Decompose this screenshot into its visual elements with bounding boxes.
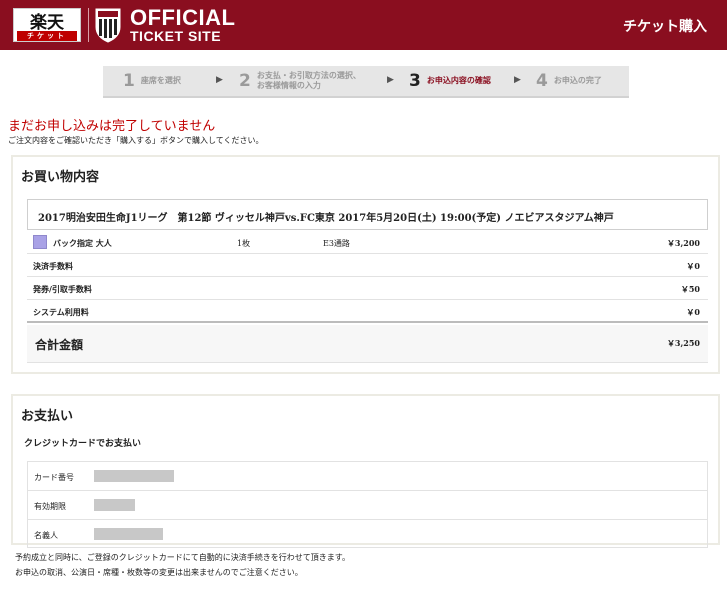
card-number-masked xyxy=(94,470,174,482)
step-3: 3 お申込内容の確認 xyxy=(409,66,491,96)
fee-amount: ￥0 xyxy=(686,307,700,317)
step-arrow-icon: ▶ xyxy=(216,75,223,85)
seat-color-swatch xyxy=(33,235,47,249)
expiry-label: 有効期限 xyxy=(34,502,66,511)
step-arrow-icon: ▶ xyxy=(387,75,394,85)
ticket-gate: E3通路 xyxy=(323,239,350,248)
card-number-label: カード番号 xyxy=(34,473,74,482)
official-title: OFFICIAL xyxy=(130,5,236,30)
total-amount: ￥3,250 xyxy=(666,338,700,348)
cardholder-label: 名義人 xyxy=(34,531,58,540)
panel-title: お支払い xyxy=(21,409,74,424)
fee-row-system: システム利用料 ￥0 xyxy=(27,300,708,323)
fee-label: 決済手数料 xyxy=(33,262,73,271)
step-label-line2: お客様情報の入力 xyxy=(256,81,321,90)
page-title: チケット購入 xyxy=(623,19,707,35)
step-number: 2 xyxy=(239,71,251,91)
step-number: 1 xyxy=(123,71,135,91)
ticket-site-title: TICKET SITE xyxy=(130,28,222,44)
rakuten-ticket-logo[interactable]: 楽天 チケット xyxy=(13,8,81,42)
cardholder-row: 名義人 xyxy=(28,520,707,549)
step-label: お申込の完了 xyxy=(553,76,602,85)
fee-row-issuing: 発券/引取手数料 ￥50 xyxy=(27,277,708,300)
cancellation-note: お申込の取消、公演日・席種・枚数等の変更は出来ませんのでご注意ください。 xyxy=(15,568,303,577)
seat-type: バック指定 大人 xyxy=(53,239,112,248)
fee-row-payment: 決済手数料 ￥0 xyxy=(27,254,708,277)
total-label: 合計金額 xyxy=(35,338,84,352)
club-crest-icon xyxy=(95,8,121,43)
step-1: 1 座席を選択 xyxy=(123,66,181,96)
site-header: 楽天 チケット OFFICIAL TICKET SITE チケット購入 xyxy=(0,0,727,50)
expiry-row: 有効期限 xyxy=(28,491,707,520)
step-4: 4 お申込の完了 xyxy=(536,66,602,96)
step-label: 座席を選択 xyxy=(140,76,181,85)
event-title: 2017明治安田生命J1リーグ 第12節 ヴィッセル神戸vs.FC東京 2017… xyxy=(38,213,614,224)
purchase-details-panel: お買い物内容 2017明治安田生命J1リーグ 第12節 ヴィッセル神戸vs.FC… xyxy=(11,155,720,374)
rakuten-logo-subtext: チケット xyxy=(17,31,77,41)
payment-note: 予約成立と同時に、ご登録のクレジットカードにて自動的に決済手続きを行わせて頂きま… xyxy=(15,553,350,562)
header-divider xyxy=(88,8,89,42)
cardholder-masked xyxy=(94,528,163,540)
step-label: お支払・お引取方法の選択、 xyxy=(256,71,361,80)
incomplete-warning: まだお申し込みは完了していません xyxy=(8,119,216,134)
fee-amount: ￥0 xyxy=(686,261,700,271)
ticket-price: ￥3,200 xyxy=(666,238,700,248)
rakuten-logo-text: 楽天 xyxy=(30,12,64,33)
payment-method: クレジットカードでお支払い xyxy=(24,439,142,449)
fee-label: 発券/引取手数料 xyxy=(33,285,92,294)
step-arrow-icon: ▶ xyxy=(514,75,521,85)
card-info-table: カード番号 有効期限 名義人 xyxy=(27,461,708,548)
card-number-row: カード番号 xyxy=(28,462,707,491)
fee-amount: ￥50 xyxy=(680,284,700,294)
panel-title: お買い物内容 xyxy=(21,170,100,185)
step-label: お申込内容の確認 xyxy=(426,76,491,85)
progress-steps: 1 座席を選択 ▶ 2 お支払・お引取方法の選択、 お客様情報の入力 ▶ 3 お… xyxy=(103,66,629,98)
payment-panel: お支払い クレジットカードでお支払い カード番号 有効期限 名義人 xyxy=(11,394,720,548)
expiry-masked xyxy=(94,499,135,511)
step-number: 4 xyxy=(536,71,548,91)
step-2: 2 お支払・お引取方法の選択、 お客様情報の入力 xyxy=(239,66,361,96)
instruction-text: ご注文内容をご確認いただき「購入する」ボタンで購入してください。 xyxy=(8,136,264,145)
fee-label: システム利用料 xyxy=(33,308,89,317)
total-row: 合計金額 ￥3,250 xyxy=(27,325,708,363)
ticket-row: バック指定 大人 1枚 E3通路 ￥3,200 xyxy=(27,231,708,254)
event-info: 2017明治安田生命J1リーグ 第12節 ヴィッセル神戸vs.FC東京 2017… xyxy=(27,199,708,230)
step-number: 3 xyxy=(409,71,421,91)
ticket-quantity: 1枚 xyxy=(237,239,251,248)
